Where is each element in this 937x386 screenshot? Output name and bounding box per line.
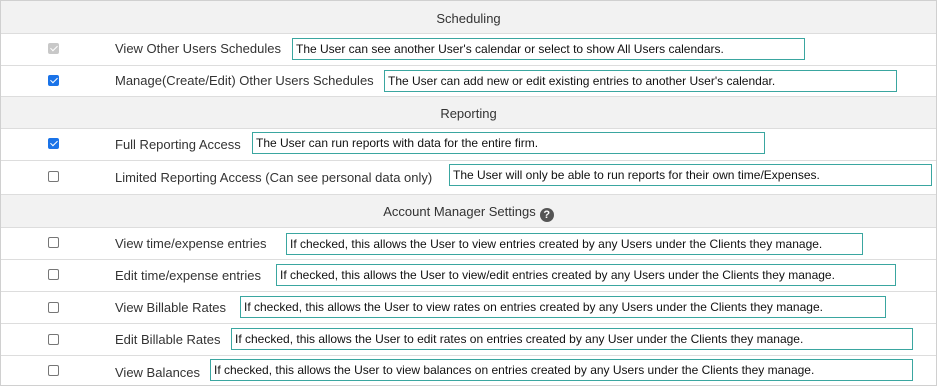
permission-description: The User can run reports with data for t… bbox=[252, 132, 765, 154]
permission-label: Full Reporting Access bbox=[115, 137, 241, 152]
permission-label: Edit time/expense entries bbox=[115, 268, 261, 283]
permission-description: If checked, this allows the User to edit… bbox=[231, 328, 913, 350]
permission-description: If checked, this allows the User to view… bbox=[210, 359, 913, 381]
permission-row-manage-other-schedules: Manage(Create/Edit) Other Users Schedule… bbox=[1, 66, 936, 97]
view-billable-rates-checkbox[interactable] bbox=[48, 302, 59, 313]
section-title: Scheduling bbox=[436, 11, 501, 26]
section-title: Account Manager Settings bbox=[383, 204, 536, 219]
help-icon[interactable]: ? bbox=[539, 208, 554, 222]
manage-other-schedules-checkbox[interactable] bbox=[48, 75, 59, 86]
section-title: Reporting bbox=[440, 106, 497, 121]
limited-reporting-checkbox[interactable] bbox=[48, 171, 59, 182]
permission-description: The User can see another User's calendar… bbox=[292, 38, 805, 60]
edit-billable-rates-checkbox[interactable] bbox=[48, 334, 59, 345]
permission-row-full-reporting: Full Reporting Access The User can run r… bbox=[1, 129, 936, 161]
view-entries-checkbox[interactable] bbox=[48, 237, 59, 248]
view-other-schedules-checkbox[interactable] bbox=[48, 43, 59, 54]
permission-row-view-entries: View time/expense entries If checked, th… bbox=[1, 228, 936, 260]
view-balances-checkbox[interactable] bbox=[48, 365, 59, 376]
permission-label: Manage(Create/Edit) Other Users Schedule… bbox=[115, 73, 374, 88]
section-header-scheduling: Scheduling bbox=[1, 1, 936, 34]
permission-label: Limited Reporting Access (Can see person… bbox=[115, 170, 433, 185]
permission-row-view-billable-rates: View Billable Rates If checked, this all… bbox=[1, 292, 936, 324]
permission-description: The User will only be able to run report… bbox=[449, 164, 932, 186]
section-header-account-manager: Account Manager Settings? bbox=[1, 195, 936, 228]
permission-label: View Billable Rates bbox=[115, 300, 227, 315]
permission-row-view-balances: View Balances If checked, this allows th… bbox=[1, 356, 936, 385]
full-reporting-checkbox[interactable] bbox=[48, 138, 59, 149]
edit-entries-checkbox[interactable] bbox=[48, 269, 59, 280]
permission-row-view-other-schedules: View Other Users Schedules The User can … bbox=[1, 34, 936, 66]
permission-description: The User can add new or edit existing en… bbox=[384, 70, 897, 92]
permission-description: If checked, this allows the User to view… bbox=[286, 233, 863, 255]
permission-label: View Other Users Schedules bbox=[115, 41, 281, 56]
permission-description: If checked, this allows the User to view… bbox=[240, 296, 886, 318]
permission-row-limited-reporting: Limited Reporting Access (Can see person… bbox=[1, 161, 936, 195]
permission-label: Edit Billable Rates bbox=[115, 332, 221, 347]
permissions-panel: Scheduling View Other Users Schedules Th… bbox=[0, 0, 937, 386]
permission-description: If checked, this allows the User to view… bbox=[276, 264, 896, 286]
section-header-reporting: Reporting bbox=[1, 97, 936, 129]
permission-row-edit-entries: Edit time/expense entries If checked, th… bbox=[1, 260, 936, 292]
permission-label: View time/expense entries bbox=[115, 236, 267, 251]
permission-row-edit-billable-rates: Edit Billable Rates If checked, this all… bbox=[1, 324, 936, 356]
permission-label: View Balances bbox=[115, 365, 201, 380]
